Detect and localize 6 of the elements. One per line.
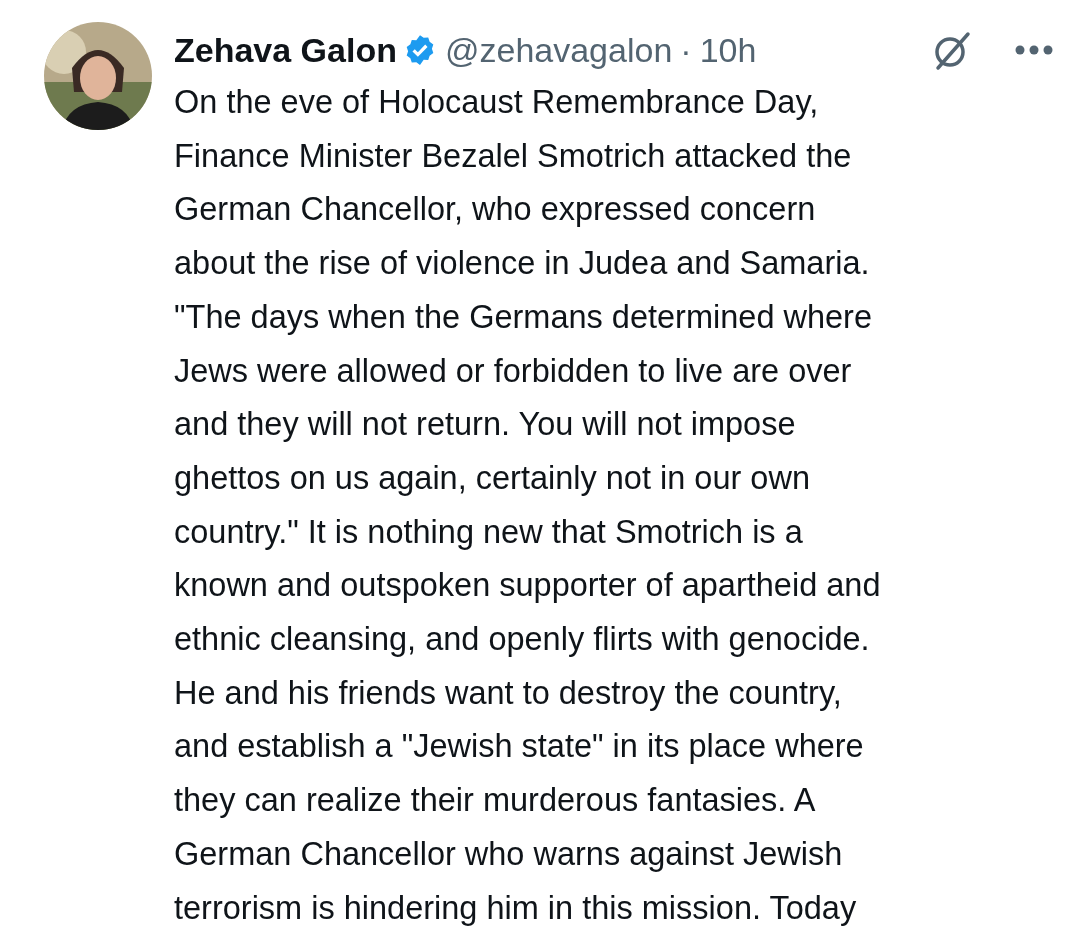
author-name[interactable]: Zehava Galon — [174, 30, 397, 70]
post-text: On the eve of Holocaust Remembrance Day, Finance Minister Bezalel Smotrich attacked the German Chancellor, who expressed concern about the rise of violence in Judea and Samaria. "The days when the Germans determined where Jews were allowed or forbidden to live are over and they will not return. You will not impose ghettos on us again, certainly not in our own country." It is nothing new that Smotrich is a known and outspoken supporter of apartheid and ethnic cleansing, and openly flirts with genocide. He and his friends want to destroy the country, and establish a "Jewish state" in its place where they can realize their murderous fantasies. A German Chancellor who warns against Jewish terrorism is hindering him in this mission. Today — [174, 83, 882, 928]
separator-dot: · — [680, 30, 692, 70]
author-handle[interactable]: @zehavagalon — [444, 30, 673, 70]
post-time[interactable]: 10h — [699, 30, 757, 70]
more-options-icon[interactable] — [1014, 44, 1054, 56]
